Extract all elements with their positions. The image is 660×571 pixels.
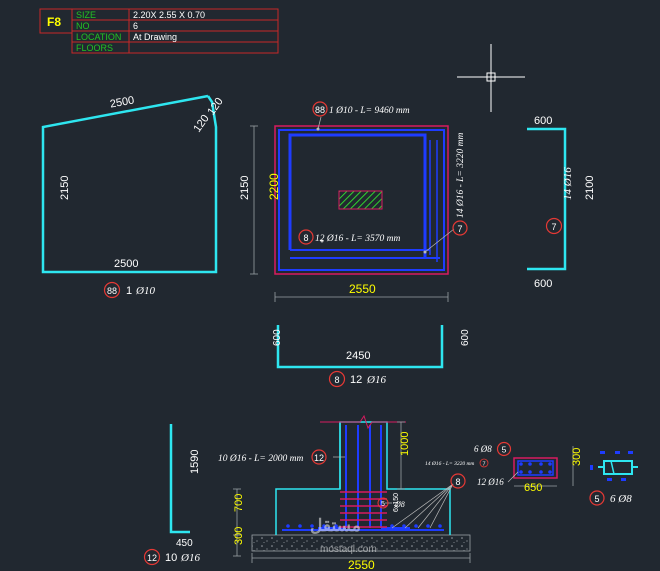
caption-count: 12 [350,374,362,386]
bar-12-shape[interactable]: 1590 450 [169,424,201,549]
bar-88-caption: 88 1 Ø10 [103,281,155,299]
bar-note: 1 Ø10 - L= 9460 mm [329,106,410,116]
dim-text: 600 [534,278,552,290]
caption-diameter: Ø16 [180,552,200,564]
table-label: FLOORS [76,43,113,53]
dim-text: 600 [460,329,471,346]
footing-section[interactable] [251,414,471,552]
bar-caption: 14 Ø16 [562,167,574,200]
dim-text: 1000 [399,432,411,456]
bar-note: 12 Ø16 - L= 3570 mm [315,234,400,244]
table-label: NO [76,21,90,31]
dim-text: 120 [205,96,225,118]
spacing-note: 6x150 [393,493,400,512]
plan-note-bar-7: 7 14 Ø16 - L= 3220 mm [452,133,468,236]
bar-mark-badge: 12 [147,553,157,563]
section-note-stirrup: Ø8 5 6x150 [377,493,405,512]
dim-text: 300 [571,448,583,466]
bar-mark-badge: 7 [482,462,485,468]
bar-mark-badge: 7 [551,222,556,232]
bar-mark-badge: 12 [314,453,324,463]
stirrup-shape[interactable] [590,451,638,481]
dim-text: 2550 [349,282,376,296]
bar-mark-badge: 88 [107,286,117,296]
bar-mark-badge: 8 [334,375,339,385]
watermark-arabic: مستقل [310,516,361,535]
dim-text: 1590 [189,450,201,474]
bar-note: 6 Ø8 [474,444,492,454]
table-label: LOCATION [76,32,121,42]
dim-text: 2550 [348,558,375,571]
dim-text: 2150 [59,176,71,200]
bar-note: 10 Ø16 - L= 2000 mm [218,454,303,464]
caption-count: 1 [126,285,132,297]
bar-88-shape[interactable]: 2500 120 120 2150 2150 2500 [41,94,251,274]
crosshair-cursor-icon [457,44,525,112]
bar-caption: 6 Ø8 [610,493,632,505]
table-label: SIZE [76,10,96,20]
dim-text: 600 [534,115,552,127]
footing-plan[interactable] [274,116,455,275]
dim-text: 650 [524,482,542,494]
watermark-latin: mostaql.com [320,544,377,555]
caption-diameter: Ø16 [366,374,386,386]
bar-mark-badge: 88 [315,105,325,115]
bar-8-shape[interactable]: 600 600 2450 [272,325,471,369]
dim-text: 2150 [239,176,251,200]
section-note-bar-7: 14 Ø16 - L= 3220 mm 7 [425,458,489,468]
bar-mark-badge: 5 [381,501,385,508]
bar-note: 14 Ø16 - L= 3220 mm [425,460,474,467]
table-value: 2.20X 2.55 X 0.70 [133,10,205,20]
bar-7-shape[interactable]: 600 600 2100 14 Ø16 7 [527,115,596,290]
cad-drawing-canvas[interactable]: F8 SIZE 2.20X 2.55 X 0.70 NO 6 LOCATION … [0,0,660,571]
dim-text: 2200 [267,173,281,200]
table-value: At Drawing [133,32,177,42]
dim-text: 450 [176,538,193,549]
plan-note-bar-8: 8 12 Ø16 - L= 3570 mm [298,229,400,245]
caption-diameter: Ø10 [135,285,155,297]
bar-mark-badge: 5 [594,494,599,504]
bar-mark-badge: 5 [502,445,507,455]
bar-mark-badge: 8 [455,477,460,487]
dim-text: 2450 [346,350,370,362]
dim-text: 700 [233,494,245,512]
dim-text: 300 [233,527,245,545]
bar-12-caption: 12 10 Ø16 [143,548,200,566]
bar-mark-badge: 7 [457,224,462,234]
bar-note: 12 Ø16 [477,477,504,487]
stirrup-caption: 5 6 Ø8 [589,490,632,506]
dim-text: 600 [272,329,283,346]
bar-8-caption: 8 12 Ø16 [328,370,386,388]
dim-text: 2500 [109,94,135,110]
section-note-bar-12: 10 Ø16 - L= 2000 mm 12 [218,449,327,465]
title-block: F8 SIZE 2.20X 2.55 X 0.70 NO 6 LOCATION … [39,8,279,54]
plan-note-bar-88: 88 1 Ø10 - L= 9460 mm [312,101,410,117]
bar-mark-badge: 8 [303,233,308,243]
dim-text: 120 [191,113,211,135]
table-value: 6 [133,21,138,31]
dim-text: 2100 [584,176,596,200]
caption-count: 10 [165,552,177,564]
dim-text: 2500 [114,258,138,270]
title-mark: F8 [47,15,61,29]
bar-note: 14 Ø16 - L= 3220 mm [456,133,466,218]
column-section[interactable]: 650 300 6 Ø8 5 12 Ø16 [474,441,583,495]
section-note-bar-8: 8 [450,473,466,489]
